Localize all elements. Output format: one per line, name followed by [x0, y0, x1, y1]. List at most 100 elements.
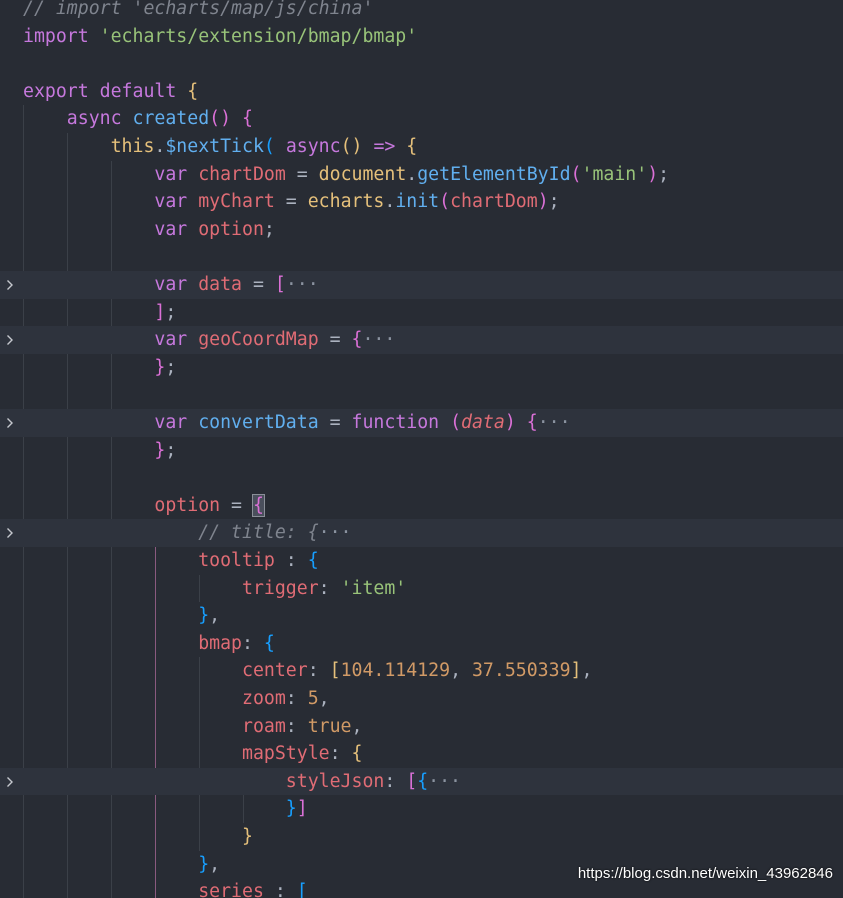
- code-token: {: [417, 770, 429, 792]
- folded-ellipsis[interactable]: ···: [538, 412, 571, 433]
- code-token: 'item': [340, 577, 407, 599]
- fold-chevron-icon[interactable]: [4, 326, 16, 354]
- code-token: option: [198, 218, 264, 240]
- code-line[interactable]: };: [0, 354, 843, 382]
- fold-chevron-icon[interactable]: [4, 271, 16, 299]
- code-token: default: [99, 80, 188, 102]
- code-line[interactable]: [0, 243, 843, 271]
- code-line[interactable]: [0, 50, 843, 78]
- code-token: :: [242, 632, 264, 654]
- code-line[interactable]: },: [0, 602, 843, 630]
- code-token: ;: [263, 218, 275, 240]
- code-line[interactable]: import 'echarts/extension/bmap/bmap': [0, 23, 843, 51]
- code-line[interactable]: }: [0, 823, 843, 851]
- code-token: }: [23, 605, 210, 627]
- code-token: {: [406, 136, 418, 157]
- code-line[interactable]: var chartDom = document.getElementById('…: [0, 161, 843, 189]
- code-line[interactable]: }]: [0, 795, 843, 823]
- code-token: [: [296, 881, 308, 898]
- code-token: :: [318, 577, 341, 599]
- code-line[interactable]: // title: {···: [0, 519, 843, 547]
- code-token: ,: [351, 715, 363, 737]
- code-token: {: [307, 522, 319, 544]
- code-line[interactable]: center: [104.114129, 37.550339],: [0, 657, 843, 685]
- code-line[interactable]: roam: true,: [0, 713, 843, 741]
- code-line[interactable]: option = {: [0, 492, 843, 520]
- code-line[interactable]: var geoCoordMap = {···: [0, 326, 843, 354]
- code-token: ]: [23, 301, 166, 323]
- code-token: [: [406, 770, 418, 792]
- code-token: option: [23, 494, 221, 516]
- code-token: 'main': [581, 163, 648, 185]
- code-token: 37.550339: [471, 660, 571, 682]
- code-token: ,: [581, 660, 593, 682]
- code-token: =: [220, 494, 253, 516]
- code-token: 104.114129: [340, 660, 451, 682]
- code-line[interactable]: this.$nextTick( async() => {: [0, 133, 843, 161]
- code-token: import: [23, 25, 100, 47]
- fold-chevron-icon[interactable]: [4, 768, 16, 796]
- code-token: {: [242, 108, 253, 130]
- code-token: this: [23, 136, 155, 157]
- code-token: // import 'echarts/map/js/china': [23, 0, 374, 19]
- code-token: {: [307, 550, 319, 571]
- code-line[interactable]: ];: [0, 299, 843, 327]
- code-token: getElementById: [417, 163, 571, 185]
- fold-chevron-icon[interactable]: [4, 409, 16, 437]
- code-token: mapStyle: [23, 743, 330, 765]
- code-token: (: [450, 412, 462, 433]
- code-token: {: [351, 329, 363, 351]
- code-line[interactable]: var convertData = function (data) {···: [0, 409, 843, 437]
- code-token: data: [461, 412, 505, 433]
- code-token: zoom: [23, 688, 286, 709]
- code-token: var: [23, 274, 199, 295]
- folded-ellipsis[interactable]: ···: [286, 274, 319, 295]
- code-token: [: [274, 274, 286, 295]
- code-line[interactable]: var data = [···: [0, 271, 843, 299]
- folded-ellipsis[interactable]: ···: [319, 522, 352, 543]
- code-token: {: [263, 632, 275, 654]
- code-token: :: [329, 743, 352, 765]
- code-token: ]: [296, 798, 308, 820]
- code-line[interactable]: tooltip : {: [0, 547, 843, 575]
- code-editor[interactable]: // import 'echarts/map/js/china' import '…: [0, 0, 843, 898]
- code-token: :: [263, 881, 297, 898]
- code-token: :: [285, 688, 308, 709]
- code-line[interactable]: };: [0, 437, 843, 465]
- code-token: async: [285, 136, 341, 157]
- code-line[interactable]: export default {: [0, 78, 843, 106]
- code-token: ,: [209, 605, 221, 627]
- code-token: convertData: [198, 412, 319, 433]
- code-token: var: [23, 218, 199, 240]
- code-token: ;: [165, 356, 177, 378]
- code-token: var: [23, 412, 199, 433]
- code-token: document: [318, 163, 407, 185]
- code-line[interactable]: bmap: {: [0, 630, 843, 658]
- code-token: ): [537, 191, 549, 213]
- code-token: ,: [450, 660, 472, 682]
- code-line[interactable]: [0, 464, 843, 492]
- code-line[interactable]: trigger: 'item': [0, 575, 843, 603]
- code-token: .: [154, 136, 166, 157]
- code-line[interactable]: var option;: [0, 216, 843, 244]
- code-line[interactable]: zoom: 5,: [0, 685, 843, 713]
- code-line[interactable]: styleJson: [{···: [0, 767, 843, 796]
- code-token: :: [384, 770, 407, 792]
- code-line[interactable]: var myChart = echarts.init(chartDom);: [0, 188, 843, 216]
- code-line[interactable]: async created() {: [0, 105, 843, 133]
- code-line[interactable]: [0, 381, 843, 409]
- code-token: styleJson: [23, 770, 385, 792]
- fold-chevron-icon[interactable]: [4, 519, 16, 547]
- code-token: =: [274, 191, 308, 213]
- code-token: echarts: [307, 191, 385, 213]
- code-line[interactable]: // import 'echarts/map/js/china': [0, 0, 843, 23]
- folded-ellipsis[interactable]: ···: [428, 771, 461, 792]
- code-token: ;: [548, 191, 560, 213]
- code-line[interactable]: mapStyle: {: [0, 740, 843, 768]
- code-token: [: [329, 660, 341, 682]
- code-token: ,: [209, 853, 221, 875]
- folded-ellipsis[interactable]: ···: [362, 329, 395, 350]
- code-token: }: [23, 798, 297, 820]
- code-token: ;: [165, 301, 177, 323]
- code-token: :: [274, 550, 308, 571]
